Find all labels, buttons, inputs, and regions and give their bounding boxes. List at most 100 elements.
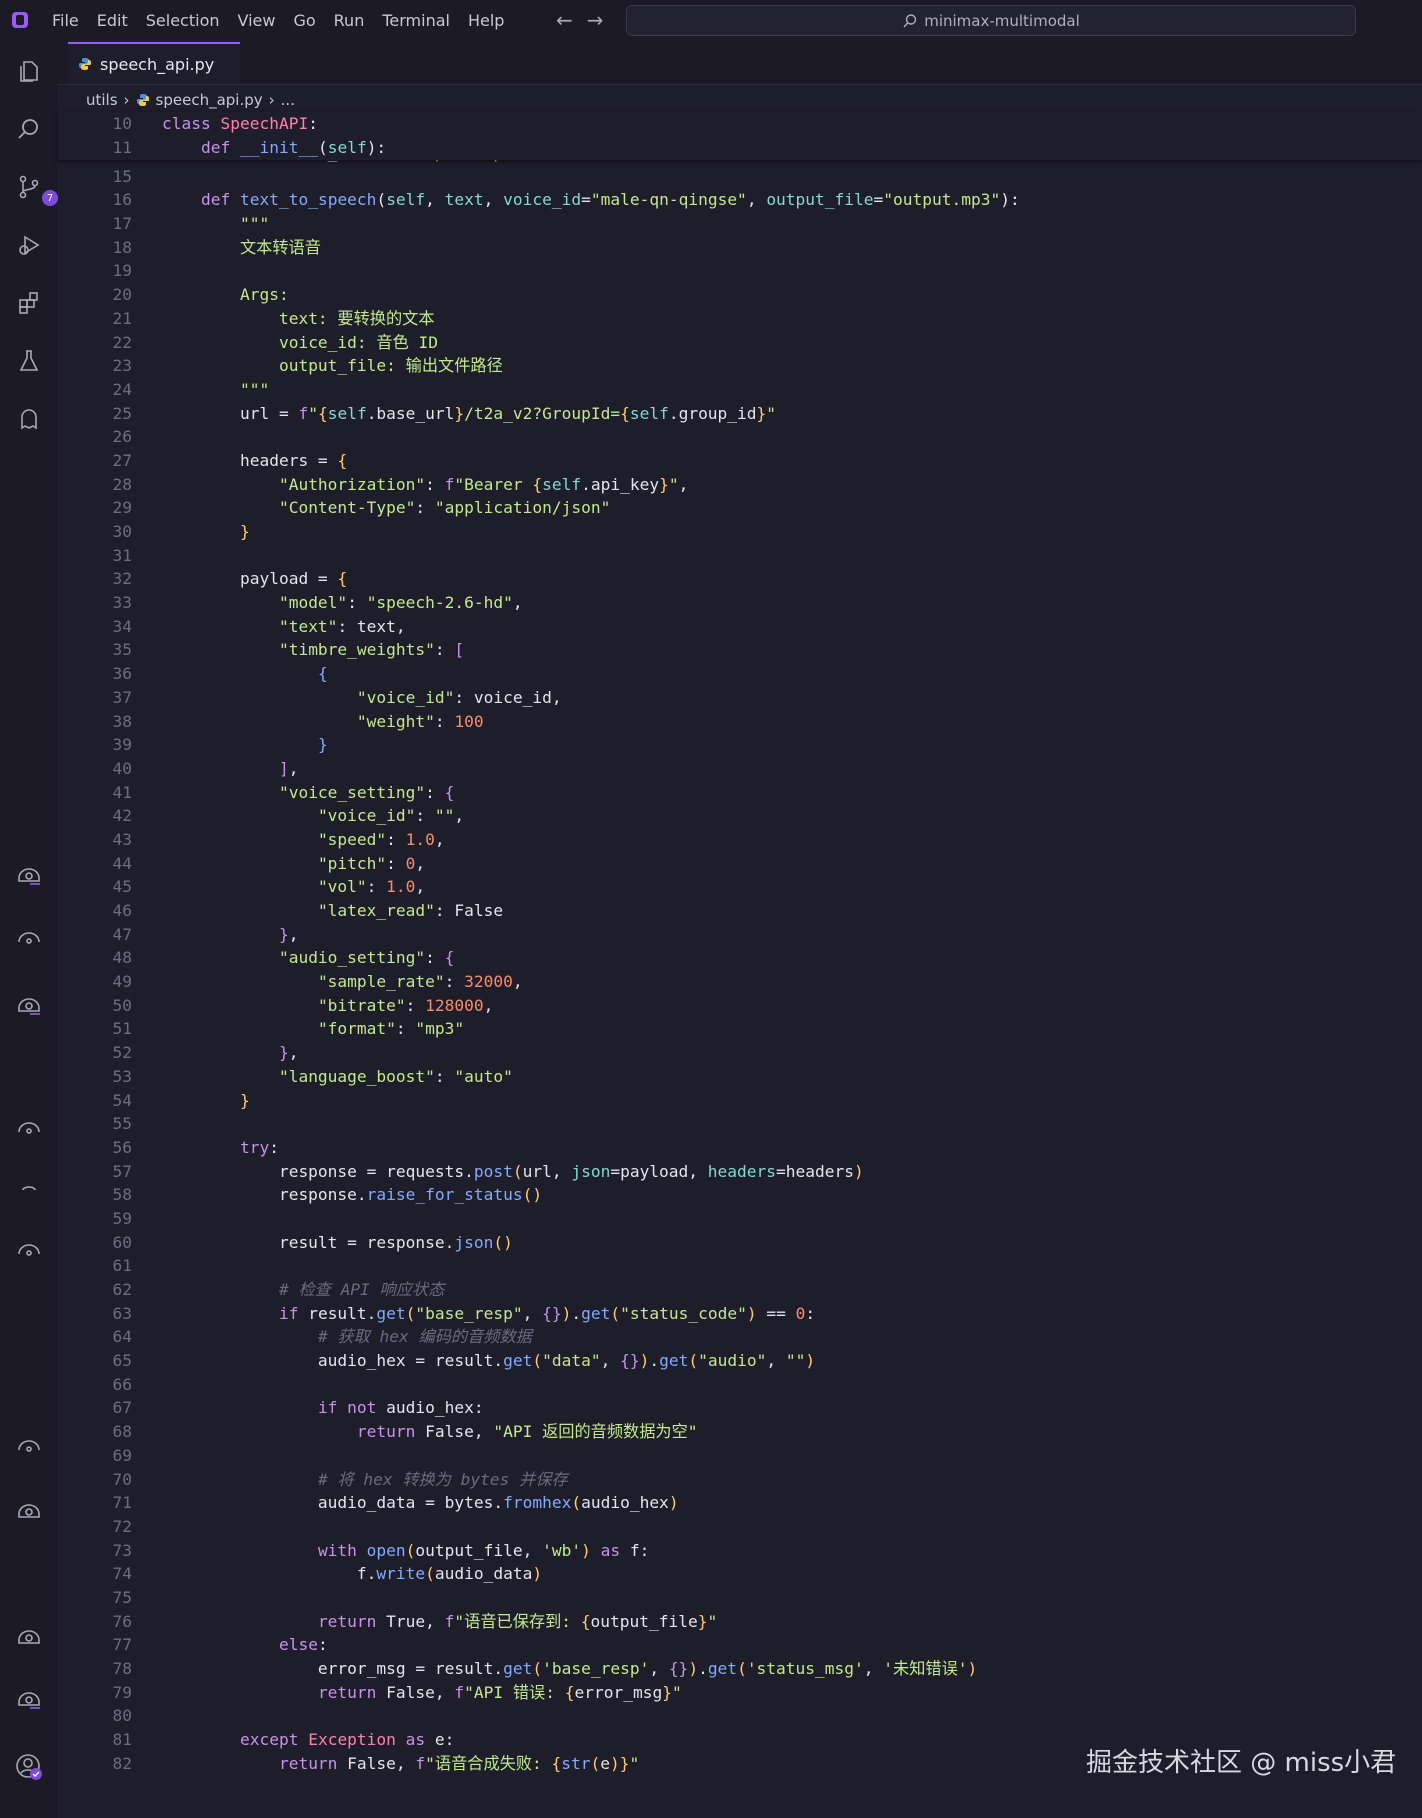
code-line[interactable]: 45 "vol": 1.0, [72,875,1020,899]
code-line[interactable]: 51 "format": "mp3" [72,1017,1020,1041]
menu-terminal[interactable]: Terminal [382,11,450,30]
code-line[interactable]: 42 "voice_id": "", [72,804,1020,828]
search-view-icon[interactable] [14,114,44,144]
copilot-icon[interactable] [14,860,44,890]
code-line[interactable]: 28 "Authorization": f"Bearer {self.api_k… [72,473,1020,497]
code-line[interactable]: 62 # 检查 API 响应状态 [72,1278,1020,1302]
code-line[interactable]: 46 "latex_read": False [72,899,1020,923]
code-line[interactable]: 70 # 将 hex 转换为 bytes 并保存 [72,1468,1020,1492]
code-line[interactable]: 80 [72,1704,1020,1728]
code-line[interactable]: 48 "audio_setting": { [72,946,1020,970]
testing-flask-icon[interactable] [14,346,44,376]
tab-speech-api[interactable]: speech_api.py [68,42,240,84]
copilot-icon[interactable] [14,1236,44,1266]
code-line[interactable]: 31 [72,544,1020,568]
code-line[interactable]: 64 # 获取 hex 编码的音频数据 [72,1325,1020,1349]
code-line[interactable]: 58 response.raise_for_status() [72,1183,1020,1207]
code-line[interactable]: 71 audio_data = bytes.fromhex(audio_hex) [72,1491,1020,1515]
code-line[interactable]: 52 }, [72,1041,1020,1065]
code-line[interactable]: 26 [72,425,1020,449]
back-arrow-icon[interactable]: ← [556,8,573,32]
forward-arrow-icon[interactable]: → [587,8,604,32]
code-line[interactable]: 63 if result.get("base_resp", {}).get("s… [72,1302,1020,1326]
code-line[interactable]: 23 output_file: 输出文件路径 [72,354,1020,378]
code-editor[interactable]: 14 self.base_url = "https://api.minimax.… [72,141,1020,1775]
code-line[interactable]: 40 ], [72,757,1020,781]
code-line[interactable]: 68 return False, "API 返回的音频数据为空" [72,1420,1020,1444]
copilot-icon[interactable] [14,1496,44,1526]
code-line[interactable]: 49 "sample_rate": 32000, [72,970,1020,994]
copilot-icon[interactable] [14,1684,44,1714]
remote-ghost-icon[interactable] [14,404,44,434]
menu-run[interactable]: Run [334,11,365,30]
code-line[interactable]: 74 f.write(audio_data) [72,1562,1020,1586]
code-line[interactable]: 41 "voice_setting": { [72,781,1020,805]
code-line[interactable]: 16 def text_to_speech(self, text, voice_… [72,188,1020,212]
code-line[interactable]: 59 [72,1207,1020,1231]
code-line[interactable]: 60 result = response.json() [72,1231,1020,1255]
explorer-icon[interactable] [14,56,44,86]
copilot-icon[interactable] [14,1114,44,1144]
code-line[interactable]: 22 voice_id: 音色 ID [72,331,1020,355]
code-line[interactable]: 47 }, [72,923,1020,947]
code-line[interactable]: 10 class SpeechAPI: [72,112,386,136]
code-line[interactable]: 73 with open(output_file, 'wb') as f: [72,1539,1020,1563]
code-line[interactable]: 34 "text": text, [72,615,1020,639]
copilot-icon[interactable] [14,924,44,954]
code-line[interactable]: 77 else: [72,1633,1020,1657]
command-center-search[interactable]: minimax-multimodal [626,5,1356,36]
code-line[interactable]: 44 "pitch": 0, [72,852,1020,876]
code-line[interactable]: 33 "model": "speech-2.6-hd", [72,591,1020,615]
code-line[interactable]: 35 "timbre_weights": [ [72,638,1020,662]
code-line[interactable]: 15 [72,165,1020,189]
menu-help[interactable]: Help [468,11,504,30]
code-line[interactable]: 29 "Content-Type": "application/json" [72,496,1020,520]
code-line[interactable]: 37 "voice_id": voice_id, [72,686,1020,710]
code-line[interactable]: 25 url = f"{self.base_url}/t2a_v2?GroupI… [72,402,1020,426]
code-line[interactable]: 69 [72,1444,1020,1468]
copilot-icon[interactable] [14,1432,44,1462]
code-line[interactable]: 82 return False, f"语音合成失败: {str(e)}" [72,1752,1020,1776]
code-line[interactable]: 54 } [72,1089,1020,1113]
account-icon[interactable] [14,1752,44,1782]
menu-selection[interactable]: Selection [146,11,220,30]
code-line[interactable]: 57 response = requests.post(url, json=pa… [72,1160,1020,1184]
breadcrumb-folder[interactable]: utils [86,91,118,109]
menu-edit[interactable]: Edit [97,11,128,30]
code-line[interactable]: 38 "weight": 100 [72,710,1020,734]
copilot-icon[interactable] [14,1622,44,1652]
code-line[interactable]: 66 [72,1373,1020,1397]
code-line[interactable]: 20 Args: [72,283,1020,307]
run-debug-icon[interactable] [14,230,44,260]
menu-view[interactable]: View [238,11,276,30]
code-line[interactable]: 43 "speed": 1.0, [72,828,1020,852]
code-line[interactable]: 50 "bitrate": 128000, [72,994,1020,1018]
code-line[interactable]: 11 def __init__(self): [72,136,387,160]
code-line[interactable]: 39 } [72,733,1020,757]
code-line[interactable]: 61 [72,1254,1020,1278]
code-line[interactable]: 21 text: 要转换的文本 [72,307,1020,331]
code-line[interactable]: 36 { [72,662,1020,686]
code-line[interactable]: 32 payload = { [72,567,1020,591]
code-line[interactable]: 65 audio_hex = result.get("data", {}).ge… [72,1349,1020,1373]
code-line[interactable]: 55 [72,1112,1020,1136]
code-line[interactable]: 56 try: [72,1136,1020,1160]
code-line[interactable]: 18 文本转语音 [72,236,1020,260]
source-control-icon[interactable]: 7 [14,172,58,206]
code-line[interactable]: 72 [72,1515,1020,1539]
menu-go[interactable]: Go [293,11,315,30]
code-line[interactable]: 17 """ [72,212,1020,236]
code-line[interactable]: 81 except Exception as e: [72,1728,1020,1752]
code-line[interactable]: 76 return True, f"语音已保存到: {output_file}" [72,1610,1020,1634]
breadcrumb-file[interactable]: speech_api.py [156,91,263,109]
code-line[interactable]: 67 if not audio_hex: [72,1396,1020,1420]
code-line[interactable]: 24 """ [72,378,1020,402]
code-line[interactable]: 27 headers = { [72,449,1020,473]
breadcrumb-more[interactable]: ... [281,91,295,109]
code-line[interactable]: 19 [72,259,1020,283]
code-line[interactable]: 53 "language_boost": "auto" [72,1065,1020,1089]
code-line[interactable]: 79 return False, f"API 错误: {error_msg}" [72,1681,1020,1705]
code-line[interactable]: 75 [72,1586,1020,1610]
menu-file[interactable]: File [52,11,79,30]
copilot-icon[interactable] [14,1174,44,1204]
